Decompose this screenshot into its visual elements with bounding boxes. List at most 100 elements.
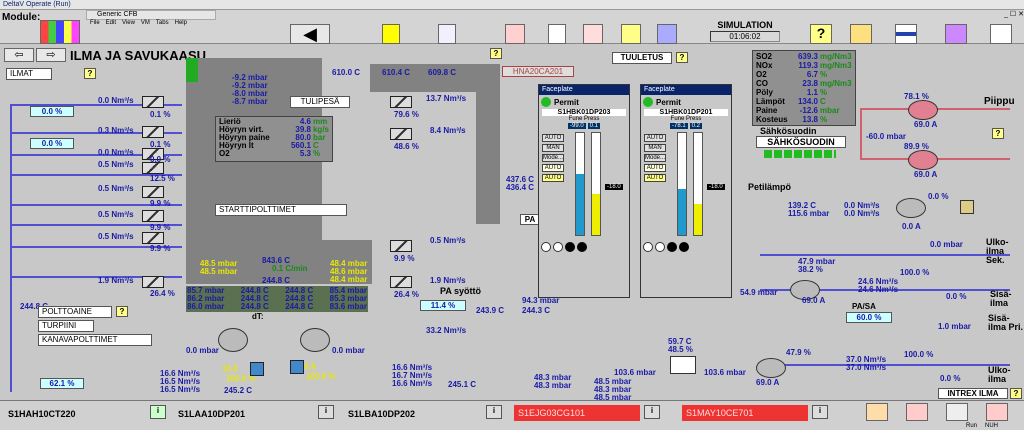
air-flow: 0.3 Nm³/s	[98, 126, 134, 135]
air-damper[interactable]	[390, 240, 412, 252]
heater-icon[interactable]	[250, 362, 264, 376]
help-button[interactable]: ?	[84, 68, 96, 79]
user-icon[interactable]	[548, 24, 566, 44]
menu-help[interactable]: Help	[175, 20, 187, 30]
auto-button[interactable]: AUTO	[644, 174, 666, 182]
man-button[interactable]: MAN	[644, 144, 666, 152]
air-damper[interactable]	[142, 126, 164, 138]
palette-button[interactable]	[40, 20, 80, 44]
alarm-icon[interactable]	[583, 24, 603, 44]
question-icon[interactable]: ?	[810, 24, 832, 44]
fan-icon[interactable]	[908, 150, 938, 170]
info-icon[interactable]: i	[812, 405, 828, 419]
menu-edit[interactable]: Edit	[106, 20, 116, 30]
print-icon[interactable]	[990, 24, 1012, 44]
percent-box[interactable]: 11.4 %	[420, 300, 466, 311]
air-damper[interactable]	[390, 128, 412, 140]
mode-button[interactable]: Mode...	[542, 154, 564, 162]
air-duct	[760, 254, 1010, 256]
sisa-pri-label: Sisä-ilma Pri.	[988, 313, 1024, 332]
auto-button[interactable]: AUTO	[542, 174, 564, 182]
book-icon[interactable]	[945, 24, 967, 44]
info-icon[interactable]: i	[150, 405, 166, 419]
percent-box[interactable]: 0.0 %	[30, 106, 74, 117]
air-damper[interactable]	[142, 276, 164, 288]
status-tag[interactable]: S1LAA10DP201	[178, 409, 245, 419]
air-damper[interactable]	[390, 276, 412, 288]
faceplate-2[interactable]: Faceplate Permit S1HBK01DP201 Fune Press…	[640, 84, 732, 298]
air-damper[interactable]	[142, 232, 164, 244]
help-book-icon[interactable]	[621, 24, 641, 44]
air-damper[interactable]	[142, 96, 164, 108]
fan-icon[interactable]	[908, 100, 938, 120]
permit-label: Permit	[554, 97, 579, 107]
fan-icon[interactable]	[218, 328, 248, 352]
mode-button[interactable]: Mode...	[644, 154, 666, 162]
silence-icon[interactable]	[906, 403, 928, 421]
sahkosuodin-label[interactable]: SÄHKÖSUODIN	[756, 136, 846, 148]
menu-vm[interactable]: VM	[141, 20, 150, 30]
flag-icon[interactable]	[850, 24, 872, 44]
finland-flag-icon[interactable]	[895, 24, 917, 44]
info-icon[interactable]: i	[644, 405, 660, 419]
auto-button[interactable]: AUTO	[542, 164, 564, 172]
polttoaine-label: POLTTOAINE	[38, 306, 112, 318]
acknowledge-icon[interactable]	[866, 403, 888, 421]
list-icon[interactable]	[946, 403, 968, 421]
percent-box[interactable]: 62.1 %	[40, 378, 84, 389]
indicator-icon	[643, 242, 653, 252]
intrex-label[interactable]: INTREX ILMA	[938, 388, 1008, 399]
air-damper[interactable]	[142, 186, 164, 198]
document-icon[interactable]	[438, 24, 456, 44]
next-page-button[interactable]: ⇨	[36, 48, 66, 62]
toolbox-icon[interactable]	[960, 200, 974, 214]
help-button[interactable]: ?	[676, 52, 688, 63]
help-button[interactable]: ?	[116, 306, 128, 317]
fan-current: 69.0 A	[756, 378, 780, 387]
emission-unit: mg/Nm3	[820, 52, 852, 61]
sisa-ilma-label: Sisä-ilma	[990, 289, 1012, 308]
help-button[interactable]: ?	[490, 48, 502, 59]
back-arrow-button[interactable]: ◀	[290, 24, 330, 44]
menu-tabs[interactable]: Tabs	[156, 20, 169, 30]
heat-exchanger-icon[interactable]	[670, 356, 696, 374]
bed-pressure: 48.5 mbar	[200, 267, 238, 276]
boiler-label: O2	[219, 149, 230, 158]
help-button[interactable]: ?	[992, 128, 1004, 139]
menu-view[interactable]: View	[122, 20, 135, 30]
faceplate-sub: Fune Press	[670, 116, 702, 122]
auto-button[interactable]: AUTO	[644, 134, 666, 142]
bell-icon[interactable]	[382, 24, 400, 44]
status-tag[interactable]: S1LBA10DP202	[348, 409, 415, 419]
faceplate-1[interactable]: Faceplate Permit S1HBK01DP203 Fune Press…	[538, 84, 630, 298]
fan-icon[interactable]	[896, 198, 926, 218]
auto-button[interactable]: AUTO	[644, 164, 666, 172]
tools-icon[interactable]	[657, 24, 677, 44]
info-icon[interactable]: i	[318, 405, 334, 419]
alarm-tag[interactable]: S1MAY10CE701	[682, 405, 808, 421]
air-damper[interactable]	[142, 210, 164, 222]
horn-icon[interactable]	[986, 403, 1008, 421]
flow: 37.0 Nm³/s	[846, 363, 887, 372]
help-button[interactable]: ?	[1010, 388, 1022, 399]
auto-button[interactable]: AUTO	[542, 134, 564, 142]
percent-box[interactable]: 60.0 %	[846, 312, 892, 323]
run-status: Run NUH	[966, 423, 998, 429]
man-button[interactable]: MAN	[542, 144, 564, 152]
prev-page-button[interactable]: ⇦	[4, 48, 34, 62]
menu-file[interactable]: File	[90, 20, 100, 30]
alarm-tag[interactable]: S1EJG03CG101	[514, 405, 640, 421]
emission-unit: mbar	[820, 106, 840, 115]
info-icon[interactable]: i	[486, 405, 502, 419]
operator-icon[interactable]	[505, 24, 525, 44]
hna-tag[interactable]: HNA20CA201	[502, 66, 574, 77]
heater-icon[interactable]	[290, 360, 304, 374]
window-controls[interactable]: _ ☐ ✕	[990, 10, 1024, 20]
percent-box[interactable]: 0.0 %	[30, 138, 74, 149]
air-damper[interactable]	[390, 96, 412, 108]
damper-position: 9.9 %	[150, 199, 171, 208]
fan-icon[interactable]	[300, 328, 330, 352]
status-tag[interactable]: S1HAH10CT220	[8, 409, 76, 419]
emission-label: Kosteus	[756, 115, 788, 124]
fan-icon[interactable]	[756, 358, 786, 378]
